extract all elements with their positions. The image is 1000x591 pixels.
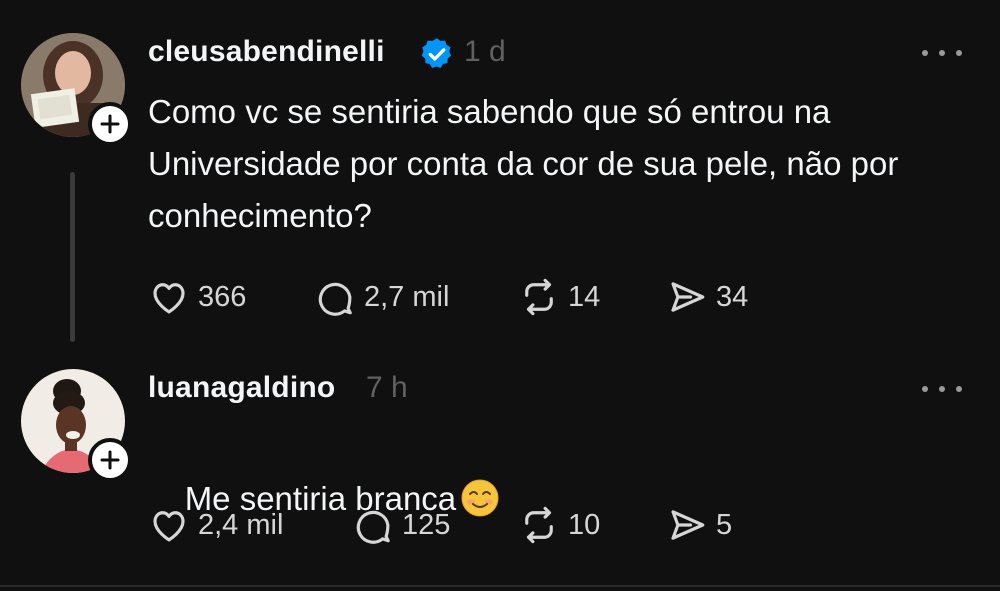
username[interactable]: cleusabendinelli	[148, 35, 385, 69]
share-icon	[671, 282, 705, 312]
repost-count: 10	[568, 508, 601, 541]
post-time: 1 d	[464, 35, 506, 68]
plus-icon	[100, 114, 120, 134]
more-icon[interactable]	[922, 384, 962, 394]
like-button[interactable]: 366	[148, 276, 246, 318]
share-count: 34	[716, 280, 749, 313]
post-text: Como vc se sentiria sabendo que só entro…	[148, 93, 899, 234]
like-count: 2,4 mil	[198, 508, 284, 541]
repost-icon	[525, 506, 553, 544]
repost-button[interactable]: 14	[518, 276, 600, 318]
heart-icon	[153, 283, 185, 314]
divider	[0, 585, 1000, 587]
repost-icon	[525, 278, 553, 316]
like-button[interactable]: 2,4 mil	[148, 504, 283, 546]
plus-icon	[100, 450, 120, 470]
follow-plus-button[interactable]	[88, 102, 132, 146]
more-icon[interactable]	[922, 48, 962, 58]
reply-button[interactable]: 2,7 mil	[314, 276, 449, 318]
reply-count: 125	[402, 508, 451, 541]
share-count: 5	[716, 508, 733, 541]
heart-icon	[153, 511, 185, 542]
repost-count: 14	[568, 280, 601, 313]
follow-plus-button[interactable]	[88, 438, 132, 482]
post-actions: 366 2,7 mil 14 34	[148, 276, 848, 326]
share-icon	[671, 510, 705, 540]
post-time: 7 h	[366, 371, 408, 404]
like-count: 366	[198, 280, 247, 313]
comment-icon	[356, 510, 390, 544]
reply-button[interactable]: 125	[352, 504, 450, 546]
post-actions: 2,4 mil 125 10 5	[148, 504, 848, 554]
comment-icon	[318, 282, 352, 316]
username[interactable]: luanagaldino	[148, 371, 335, 405]
share-button[interactable]: 34	[666, 276, 748, 318]
repost-button[interactable]: 10	[518, 504, 600, 546]
reply-count: 2,7 mil	[364, 280, 450, 313]
share-button[interactable]: 5	[666, 504, 732, 546]
thread-connector-line	[70, 172, 75, 342]
verified-badge-icon	[421, 38, 452, 68]
